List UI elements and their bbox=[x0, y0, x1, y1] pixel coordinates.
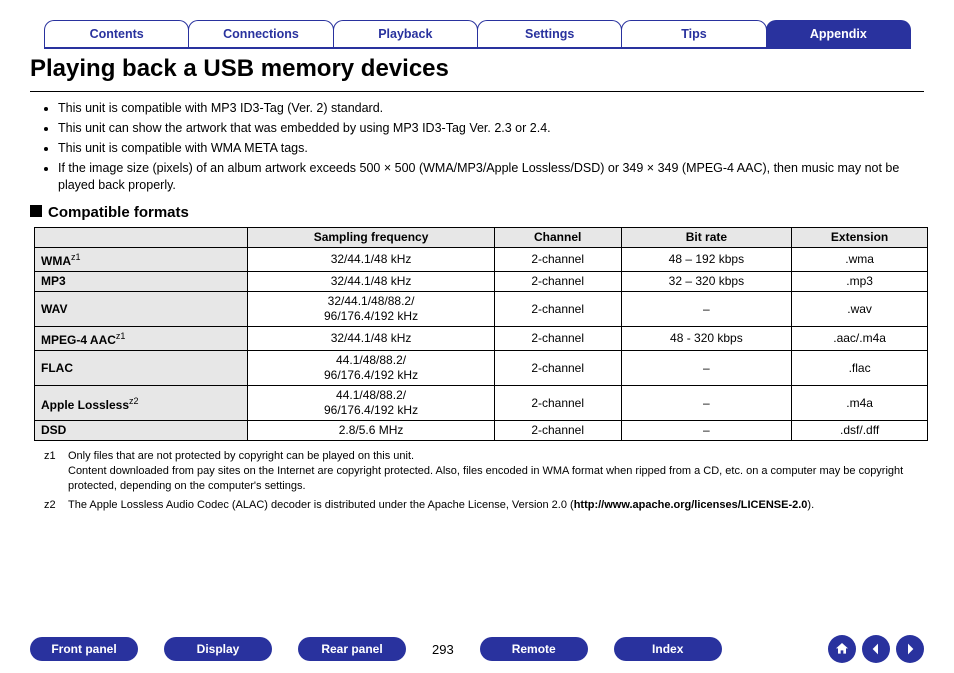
cell-ch: 2-channel bbox=[494, 351, 621, 386]
table-row: Apple Losslessz244.1/48/88.2/96/176.4/19… bbox=[35, 386, 928, 421]
cell-ext: .wma bbox=[792, 248, 928, 272]
cell-ch: 2-channel bbox=[494, 272, 621, 292]
tab-appendix[interactable]: Appendix bbox=[766, 20, 911, 49]
tab-connections[interactable]: Connections bbox=[188, 20, 333, 49]
cell-ext: .flac bbox=[792, 351, 928, 386]
cell-rate: – bbox=[621, 421, 792, 441]
cell-rate: 48 - 320 kbps bbox=[621, 327, 792, 351]
format-name: MPEG-4 AACz1 bbox=[35, 327, 248, 351]
next-page-icon[interactable] bbox=[896, 635, 924, 663]
format-name: WAV bbox=[35, 292, 248, 327]
home-icon[interactable] bbox=[828, 635, 856, 663]
footnote: z2The Apple Lossless Audio Codec (ALAC) … bbox=[44, 498, 924, 513]
bullet-item: This unit is compatible with WMA META ta… bbox=[58, 140, 924, 157]
format-name: Apple Losslessz2 bbox=[35, 386, 248, 421]
cell-ch: 2-channel bbox=[494, 386, 621, 421]
cell-ext: .m4a bbox=[792, 386, 928, 421]
tab-playback[interactable]: Playback bbox=[333, 20, 478, 49]
cell-rate: 32 – 320 kbps bbox=[621, 272, 792, 292]
formats-table: Sampling frequencyChannelBit rateExtensi… bbox=[34, 227, 928, 441]
prev-page-icon[interactable] bbox=[862, 635, 890, 663]
cell-ch: 2-channel bbox=[494, 421, 621, 441]
format-name: FLAC bbox=[35, 351, 248, 386]
cell-freq: 44.1/48/88.2/96/176.4/192 kHz bbox=[248, 351, 494, 386]
table-header bbox=[35, 228, 248, 248]
tab-contents[interactable]: Contents bbox=[44, 20, 189, 49]
square-bullet-icon bbox=[30, 205, 42, 217]
cell-freq: 2.8/5.6 MHz bbox=[248, 421, 494, 441]
footnote: z1Only files that are not protected by c… bbox=[44, 449, 924, 494]
cell-freq: 32/44.1/48 kHz bbox=[248, 248, 494, 272]
title-rule bbox=[30, 91, 924, 92]
cell-rate: 48 – 192 kbps bbox=[621, 248, 792, 272]
table-row: MP332/44.1/48 kHz2-channel32 – 320 kbps.… bbox=[35, 272, 928, 292]
top-tabs: ContentsConnectionsPlaybackSettingsTipsA… bbox=[44, 20, 910, 49]
tab-tips[interactable]: Tips bbox=[621, 20, 766, 49]
table-header: Bit rate bbox=[621, 228, 792, 248]
bullet-item: If the image size (pixels) of an album a… bbox=[58, 160, 924, 194]
page-number: 293 bbox=[432, 642, 454, 657]
cell-ext: .mp3 bbox=[792, 272, 928, 292]
table-row: WMAz132/44.1/48 kHz2-channel48 – 192 kbp… bbox=[35, 248, 928, 272]
cell-ch: 2-channel bbox=[494, 292, 621, 327]
cell-ch: 2-channel bbox=[494, 248, 621, 272]
cell-ext: .aac/.m4a bbox=[792, 327, 928, 351]
bullet-item: This unit can show the artwork that was … bbox=[58, 120, 924, 137]
table-row: FLAC44.1/48/88.2/96/176.4/192 kHz2-chann… bbox=[35, 351, 928, 386]
remote-button[interactable]: Remote bbox=[480, 637, 588, 661]
table-header: Extension bbox=[792, 228, 928, 248]
intro-bullets: This unit is compatible with MP3 ID3-Tag… bbox=[44, 100, 924, 194]
format-name: WMAz1 bbox=[35, 248, 248, 272]
bullet-item: This unit is compatible with MP3 ID3-Tag… bbox=[58, 100, 924, 117]
format-name: DSD bbox=[35, 421, 248, 441]
cell-ext: .dsf/.dff bbox=[792, 421, 928, 441]
format-name: MP3 bbox=[35, 272, 248, 292]
front-panel-button[interactable]: Front panel bbox=[30, 637, 138, 661]
table-row: DSD2.8/5.6 MHz2-channel–.dsf/.dff bbox=[35, 421, 928, 441]
table-row: MPEG-4 AACz132/44.1/48 kHz2-channel48 - … bbox=[35, 327, 928, 351]
cell-freq: 44.1/48/88.2/96/176.4/192 kHz bbox=[248, 386, 494, 421]
footnotes: z1Only files that are not protected by c… bbox=[30, 449, 924, 513]
cell-freq: 32/44.1/48 kHz bbox=[248, 327, 494, 351]
table-header: Sampling frequency bbox=[248, 228, 494, 248]
cell-ext: .wav bbox=[792, 292, 928, 327]
cell-rate: – bbox=[621, 351, 792, 386]
cell-ch: 2-channel bbox=[494, 327, 621, 351]
footer-bar: Front panel Display Rear panel 293 Remot… bbox=[0, 635, 954, 663]
cell-freq: 32/44.1/48/88.2/96/176.4/192 kHz bbox=[248, 292, 494, 327]
cell-rate: – bbox=[621, 386, 792, 421]
rear-panel-button[interactable]: Rear panel bbox=[298, 637, 406, 661]
tab-settings[interactable]: Settings bbox=[477, 20, 622, 49]
table-row: WAV32/44.1/48/88.2/96/176.4/192 kHz2-cha… bbox=[35, 292, 928, 327]
cell-rate: – bbox=[621, 292, 792, 327]
section-heading: Compatible formats bbox=[30, 204, 924, 221]
cell-freq: 32/44.1/48 kHz bbox=[248, 272, 494, 292]
index-button[interactable]: Index bbox=[614, 637, 722, 661]
table-header: Channel bbox=[494, 228, 621, 248]
page-title: Playing back a USB memory devices bbox=[30, 55, 924, 83]
display-button[interactable]: Display bbox=[164, 637, 272, 661]
